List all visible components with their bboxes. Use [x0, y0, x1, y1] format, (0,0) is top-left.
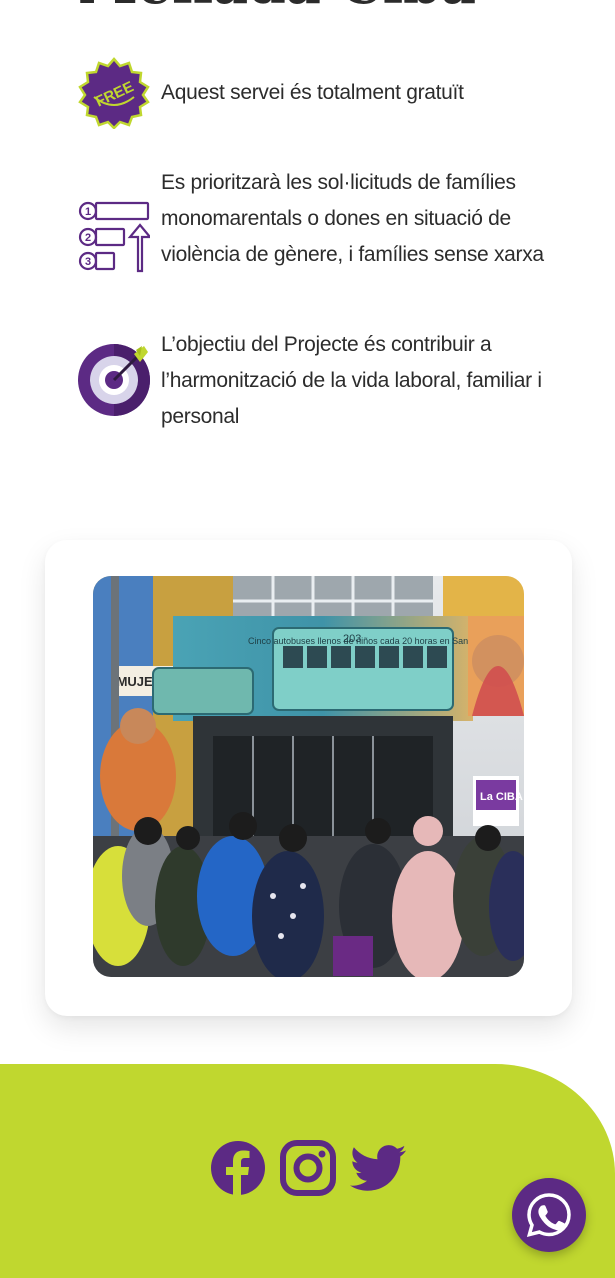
photo-card: MUJERES Cinco autobuses llenos de niños … — [45, 540, 572, 1016]
svg-text:2: 2 — [85, 232, 91, 244]
feature-objective: L’objectiu del Projecte és contribuir a … — [78, 327, 578, 435]
instagram-icon[interactable] — [279, 1140, 336, 1196]
feature-objective-text: L’objectiu del Projecte és contribuir a … — [161, 333, 542, 428]
facebook-icon[interactable] — [210, 1140, 266, 1196]
building-mural-photo: MUJERES Cinco autobuses llenos de niños … — [93, 576, 524, 977]
whatsapp-icon — [526, 1193, 571, 1238]
ciba-sign-text: La CIBA — [480, 791, 523, 803]
mural-number: 203 — [343, 633, 361, 645]
feature-priority-text: Es prioritzarà les sol·licituds de famíl… — [161, 171, 544, 266]
target-icon — [78, 344, 150, 416]
svg-text:1: 1 — [85, 206, 91, 218]
feature-free-text: Aquest servei és totalment gratuït — [161, 81, 464, 104]
page-heading: Mellada Ciba — [78, 0, 476, 16]
free-badge-icon: FREE — [78, 57, 150, 129]
twitter-icon[interactable] — [349, 1140, 406, 1196]
footer — [0, 1064, 615, 1278]
whatsapp-button[interactable] — [512, 1178, 586, 1252]
photo-illustration: MUJERES Cinco autobuses llenos de niños … — [93, 576, 524, 977]
feature-free: FREE Aquest servei és totalment gratuït — [78, 57, 578, 129]
feature-priority: 1 2 3 Es prioritzarà les sol·licituds de… — [78, 165, 578, 309]
svg-text:3: 3 — [85, 256, 91, 268]
priority-list-icon: 1 2 3 — [78, 201, 150, 273]
page: Mellada Ciba FREE Aquest servei és total… — [0, 0, 615, 1278]
